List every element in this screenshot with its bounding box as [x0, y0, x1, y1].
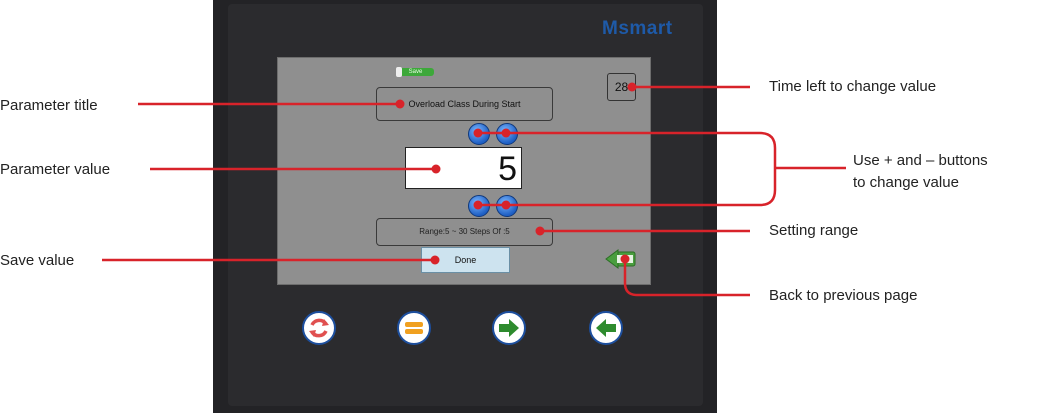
refresh-icon [309, 318, 329, 338]
menu-icon [405, 322, 423, 334]
annotation-save-value: Save value [0, 252, 75, 269]
next-button[interactable] [492, 311, 526, 345]
minus-button-2[interactable]: − [496, 195, 518, 217]
annotation-setting-range: Setting range [769, 222, 859, 239]
countdown-timer: 28 [607, 73, 636, 101]
annotation-parameter-value: Parameter value [0, 161, 111, 178]
minus-button[interactable]: − [468, 195, 490, 217]
annotation-time-left: Time left to change value [769, 78, 937, 95]
right-arrow-icon [499, 319, 519, 337]
annotation-back-page: Back to previous page [769, 287, 918, 304]
save-indicator-knob [396, 67, 402, 77]
save-indicator: Save [397, 68, 434, 76]
plus-button[interactable]: + [468, 123, 490, 145]
brand-logo: Msmart [602, 18, 673, 39]
parameter-title: Overload Class During Start [376, 87, 553, 121]
annotation-use-buttons-line2: to change value [853, 174, 959, 191]
setting-range: Range:5 ~ 30 Steps Of :5 [376, 218, 553, 246]
previous-button[interactable] [589, 311, 623, 345]
done-button[interactable]: Done [421, 247, 510, 273]
annotation-use-buttons-line1: Use + and – buttons [853, 152, 988, 169]
annotation-use-buttons: Use + and – buttons to change value [853, 150, 988, 194]
parameter-value-field[interactable]: 5 [405, 147, 522, 189]
menu-button[interactable] [397, 311, 431, 345]
annotation-parameter-title: Parameter title [0, 97, 98, 114]
plus-button-2[interactable]: + [496, 123, 518, 145]
left-arrow-icon [596, 319, 616, 337]
back-arrow-icon[interactable] [604, 249, 636, 269]
refresh-button[interactable] [302, 311, 336, 345]
